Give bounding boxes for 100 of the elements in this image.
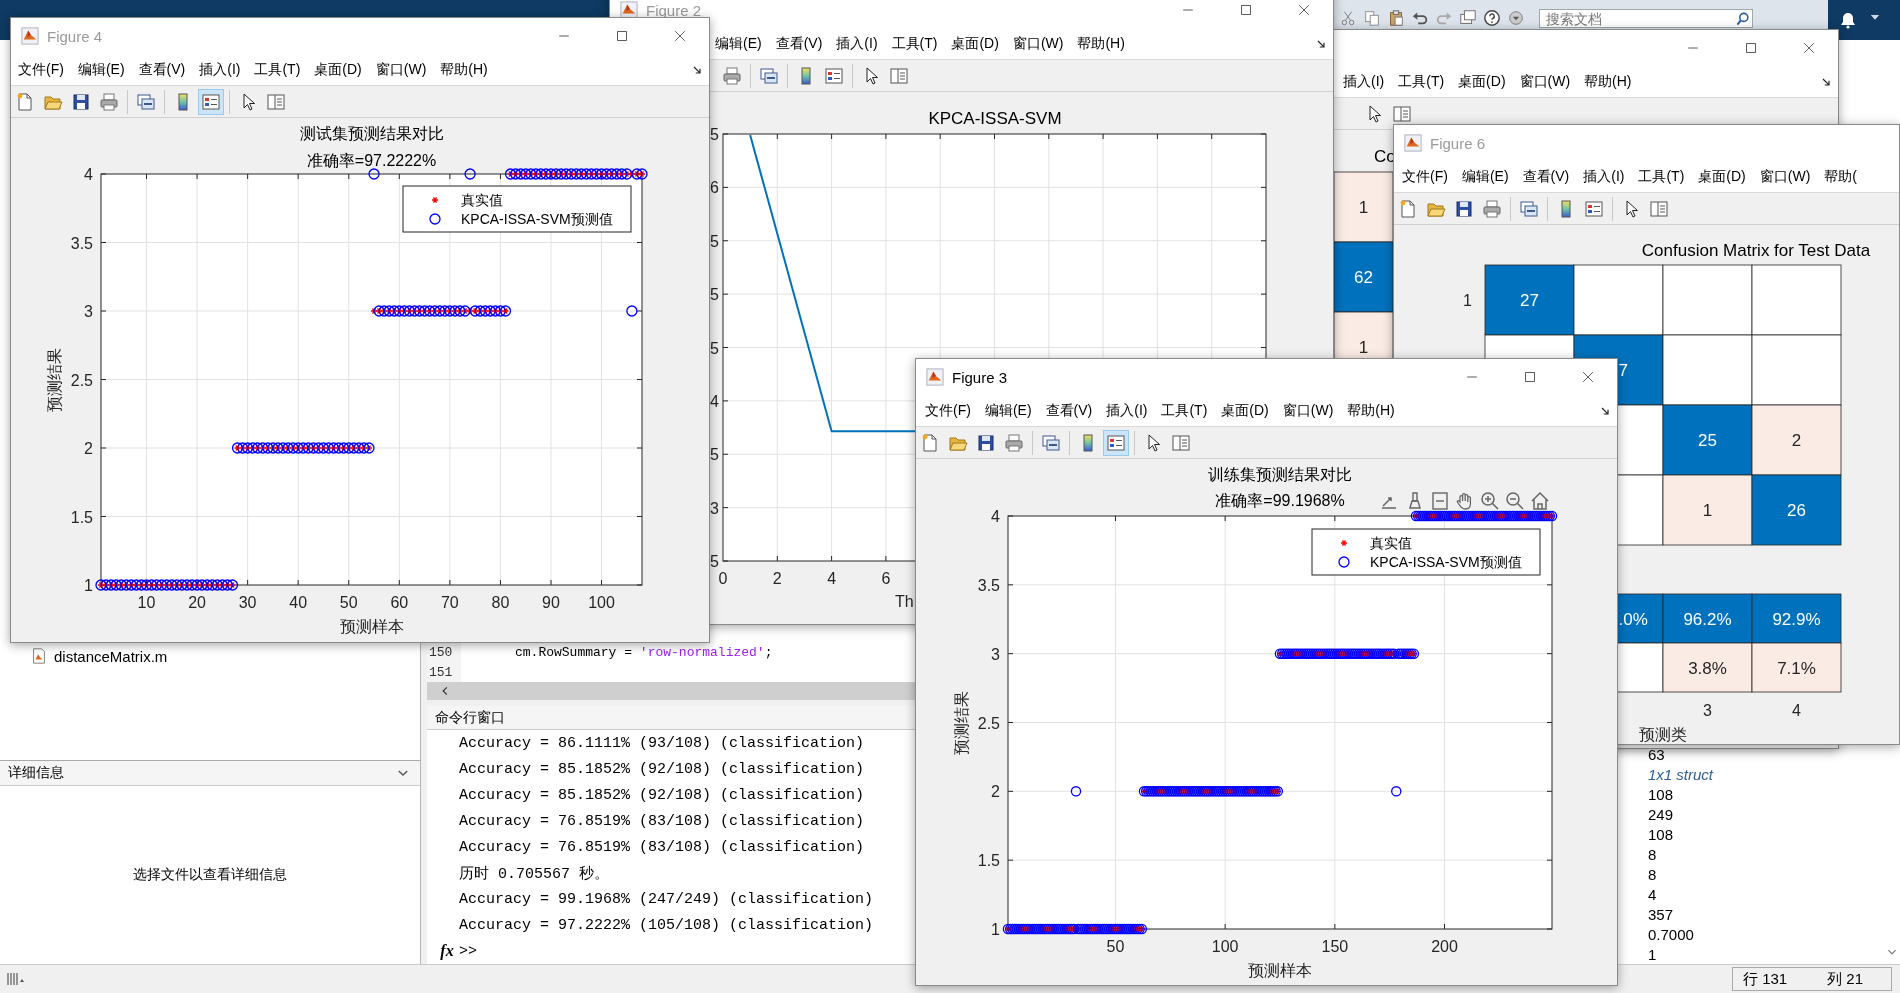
matrix-cell: 27 [1484, 264, 1575, 336]
chart-subtitle: 准确率=99.1968% [1215, 492, 1345, 509]
variable-value: 0.7000 [1647, 924, 1695, 944]
tick-label: 3 [710, 499, 719, 517]
menu-item[interactable]: 插入(I) [1099, 401, 1155, 420]
tick-label: 2 [84, 440, 93, 457]
menu-item[interactable]: 桌面(D) [944, 34, 1006, 53]
menu-item[interactable]: 桌面(D) [1691, 167, 1753, 186]
menu-item[interactable]: 查看(V) [1515, 167, 1577, 186]
matrix-cell: 1 [1334, 171, 1394, 243]
legend-label: 真实值 [461, 192, 503, 208]
menu-item[interactable]: 帮助( [1817, 167, 1864, 186]
search-field[interactable]: 搜索文档 [1539, 9, 1753, 28]
cursor-column: 列 21 [1827, 969, 1864, 989]
menu-item[interactable]: 帮助(H) [1070, 34, 1132, 53]
tick-label: 0 [718, 570, 728, 587]
menu-item[interactable]: 文件(F) [11, 60, 71, 79]
tick-label: 3.5 [977, 576, 1000, 594]
menu-item[interactable]: 查看(V) [1038, 401, 1100, 420]
variable-value: 108 [1647, 824, 1675, 844]
matrix-cell: 2 [1751, 404, 1842, 476]
tick-label: 1.5 [977, 852, 1000, 870]
tick-label: 2 [772, 570, 782, 587]
line-number: 151 [427, 662, 461, 682]
tick-label: 10 [137, 594, 156, 611]
tick-label: 50 [339, 594, 358, 611]
menu-item[interactable]: 窗口(W) [1752, 167, 1818, 186]
function-browser-button[interactable]: fx [435, 942, 459, 960]
cursor-row: 行 131 [1743, 969, 1788, 989]
menu-item[interactable]: 插入(I) [1576, 167, 1632, 186]
menu-item[interactable]: 工具(T) [1631, 167, 1692, 186]
menu-item[interactable]: 工具(T) [1391, 72, 1452, 91]
tick-label: 3.5 [70, 234, 93, 252]
chart-title: 训练集预测结果对比 [1208, 466, 1352, 483]
tick-label: 1 [1463, 292, 1472, 309]
menu-item[interactable]: 插入(I) [1336, 72, 1392, 91]
window-title: Figure 3 [952, 368, 1008, 386]
menu-item[interactable]: 查看(V) [131, 60, 193, 79]
variable-value: 63 [1647, 744, 1666, 764]
axis-label: 预测结果 [46, 347, 63, 412]
tick-label: 3 [991, 645, 1000, 663]
menu-item[interactable]: 插入(I) [192, 60, 248, 79]
tick-label: 2.5 [70, 371, 93, 389]
tick-label: 4 [710, 392, 719, 410]
axis-label: Th [895, 593, 914, 610]
file-name[interactable]: distanceMatrix.m [54, 647, 168, 665]
menu-item[interactable]: 窗口(W) [1512, 72, 1578, 91]
tick-label: 1 [991, 921, 1000, 938]
tick-label: 4 [1792, 702, 1801, 719]
window-title: Figure 2 [646, 1, 702, 19]
console-line: Accuracy = 76.8519% (83/108) (classification) [459, 838, 865, 856]
menu-item[interactable]: 工具(T) [1154, 401, 1215, 420]
menu-item[interactable]: 桌面(D) [307, 60, 369, 79]
menu-item[interactable]: 文件(F) [1395, 167, 1455, 186]
menu-item[interactable]: 窗口(W) [368, 60, 434, 79]
tick-label: 5 [710, 553, 719, 570]
menu-item[interactable]: 编辑(E) [708, 34, 769, 53]
console-line: Accuracy = 86.1111% (93/108) (classification) [459, 734, 865, 752]
tick-label: 3 [1703, 702, 1712, 719]
variable-value: 8 [1647, 864, 1658, 884]
axis-label: 预测样本 [339, 618, 404, 635]
menu-item[interactable]: 编辑(E) [977, 401, 1039, 420]
variable-value: 1x1 struct [1647, 764, 1715, 784]
tick-label: 3 [84, 303, 93, 320]
menu-item[interactable]: 插入(I) [829, 34, 885, 53]
variable-value: 108 [1647, 784, 1675, 804]
menu-item[interactable]: 文件(F) [918, 401, 978, 420]
menu-item[interactable]: 桌面(D) [1451, 72, 1513, 91]
matrix-cell: 25 [1662, 404, 1753, 476]
tick-label: 20 [188, 594, 206, 611]
tick-label: 90 [542, 594, 560, 611]
variable-value: 1 [1647, 944, 1658, 964]
tick-label: 1 [84, 577, 93, 594]
tick-label: 80 [491, 594, 510, 611]
tick-label: 5 [710, 286, 719, 304]
menu-item[interactable]: 帮助(H) [433, 60, 495, 79]
menu-item[interactable]: 工具(T) [247, 60, 308, 79]
menu-item[interactable]: 编辑(E) [70, 60, 132, 79]
legend-label: 真实值 [1370, 535, 1412, 551]
axis-label: 预测结果 [953, 690, 970, 755]
tick-label: 6 [710, 179, 719, 197]
console-line: Accuracy = 85.1852% (92/108) (classification) [459, 760, 865, 778]
menu-item[interactable]: 窗口(W) [1275, 401, 1341, 420]
tick-label: 100 [588, 594, 615, 611]
menu-item[interactable]: 窗口(W) [1005, 34, 1071, 53]
tick-label: 100 [1211, 938, 1239, 955]
command-prompt[interactable]: >> [459, 942, 477, 960]
tick-label: 5 [710, 126, 719, 143]
menu-item[interactable]: 帮助(H) [1577, 72, 1639, 91]
menu-item[interactable]: 工具(T) [884, 34, 945, 53]
chart-title: 测试集预测结果对比 [299, 125, 444, 142]
menu-item[interactable]: 桌面(D) [1214, 401, 1276, 420]
menu-item[interactable]: 查看(V) [768, 34, 830, 53]
panel-title: 命令行窗口 [435, 708, 505, 727]
menu-item[interactable]: 帮助(H) [1340, 401, 1402, 420]
code-line: cm.RowSummary = 'row-normalized'; [515, 644, 773, 660]
menu-item[interactable]: 编辑(E) [1454, 167, 1516, 186]
tick-label: 2 [991, 783, 1000, 801]
tick-label: 4 [84, 166, 93, 183]
variable-value: 249 [1647, 804, 1675, 824]
